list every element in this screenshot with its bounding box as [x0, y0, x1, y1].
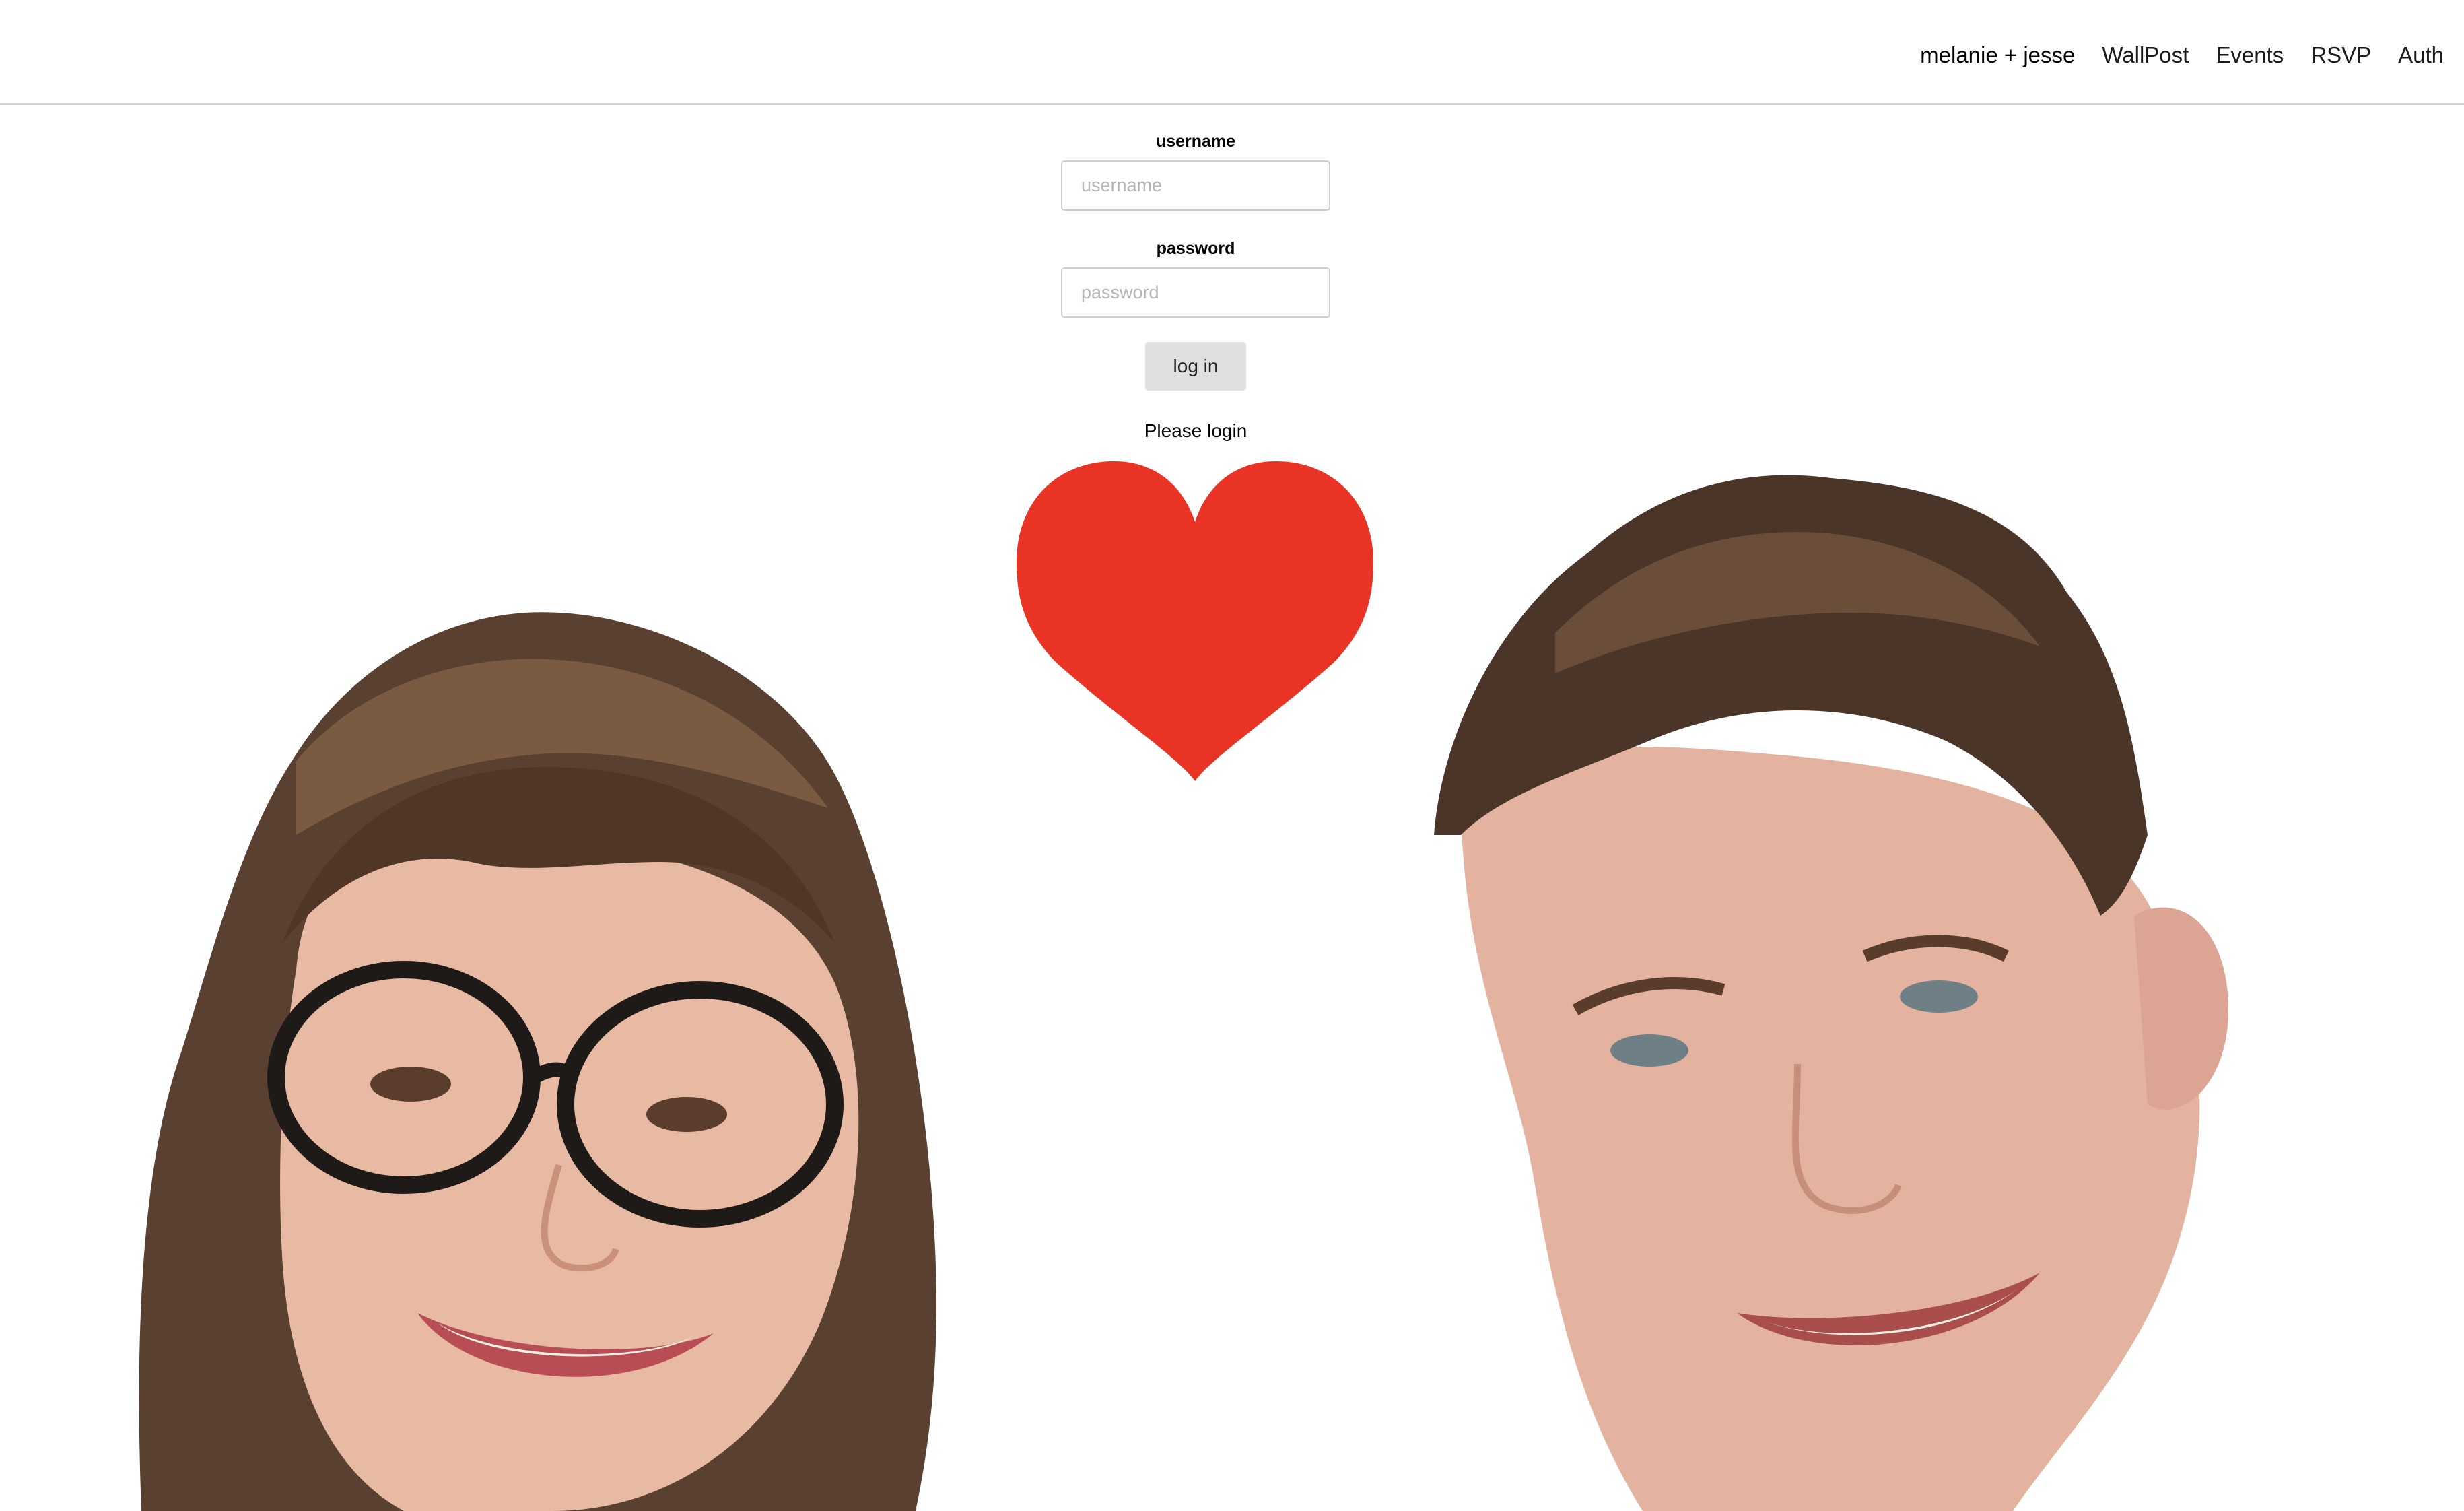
nav-item-wallpost[interactable]: WallPost [2102, 39, 2189, 71]
nav-item-auth[interactable]: Auth [2398, 39, 2444, 71]
top-navbar: melanie + jesse WallPost Events RSVP Aut… [0, 0, 2464, 105]
login-status-message: Please login [1144, 420, 1247, 441]
password-input[interactable] [1061, 267, 1330, 318]
login-form: username password log in Please login [1061, 128, 1330, 444]
nav-brand[interactable]: melanie + jesse [1920, 39, 2075, 71]
heart-icon [1017, 461, 1373, 781]
photo-jesse [1421, 458, 2296, 1511]
nav-links: melanie + jesse WallPost Events RSVP Aut… [1920, 39, 2444, 71]
page: melanie + jesse WallPost Events RSVP Aut… [0, 0, 2464, 1511]
password-label: password [1156, 239, 1235, 258]
nav-item-rsvp[interactable]: RSVP [2311, 39, 2371, 71]
username-label: username [1155, 132, 1236, 151]
photo-melanie [121, 458, 990, 1511]
nav-item-events[interactable]: Events [2216, 39, 2284, 71]
login-button[interactable]: log in [1145, 342, 1246, 391]
username-input[interactable] [1061, 160, 1330, 211]
